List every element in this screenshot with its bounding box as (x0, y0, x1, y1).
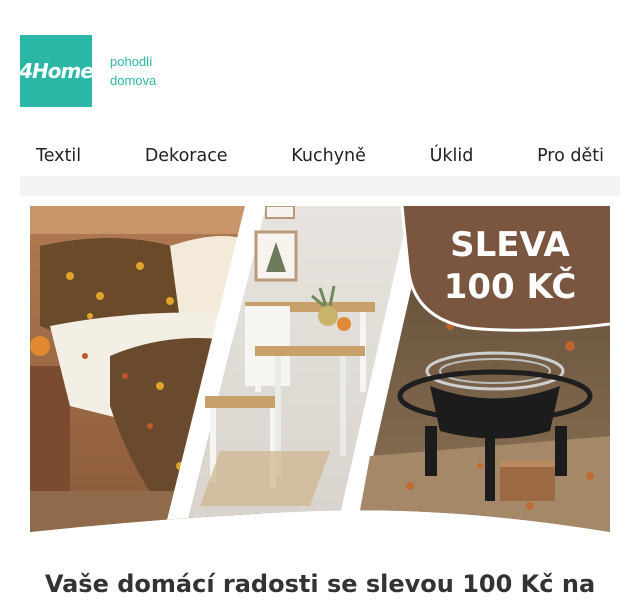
hero-banner[interactable]: SLEVA 100 KČ (30, 206, 610, 532)
promo-headline: Vaše domácí radosti se slevou 100 Kč na (44, 570, 596, 598)
brand-tagline: pohodlí domova (110, 52, 156, 90)
tagline-line-2: domova (110, 73, 157, 88)
tagline-line-1: pohodlí (110, 54, 153, 69)
badge-line-1: SLEVA (450, 225, 570, 265)
badge-line-2: 100 KČ (444, 266, 577, 307)
nav-item-uklid[interactable]: Úklid (430, 146, 474, 166)
nav-item-dekorace[interactable]: Dekorace (145, 146, 228, 166)
discount-badge: SLEVA 100 KČ (400, 206, 610, 332)
nav-item-textil[interactable]: Textil (36, 146, 81, 166)
hero-image: SLEVA 100 KČ (30, 206, 610, 532)
main-navigation: Textil Dekorace Kuchyně Úklid Pro děti (20, 138, 620, 174)
logo-text: 4Home (19, 59, 94, 83)
nav-divider-bar (20, 176, 620, 196)
brand-logo[interactable]: 4Home (19, 35, 94, 107)
nav-item-kuchyne[interactable]: Kuchyně (291, 146, 366, 166)
header: 4Home pohodlí domova (19, 35, 156, 107)
nav-item-pro-deti[interactable]: Pro děti (537, 146, 604, 166)
